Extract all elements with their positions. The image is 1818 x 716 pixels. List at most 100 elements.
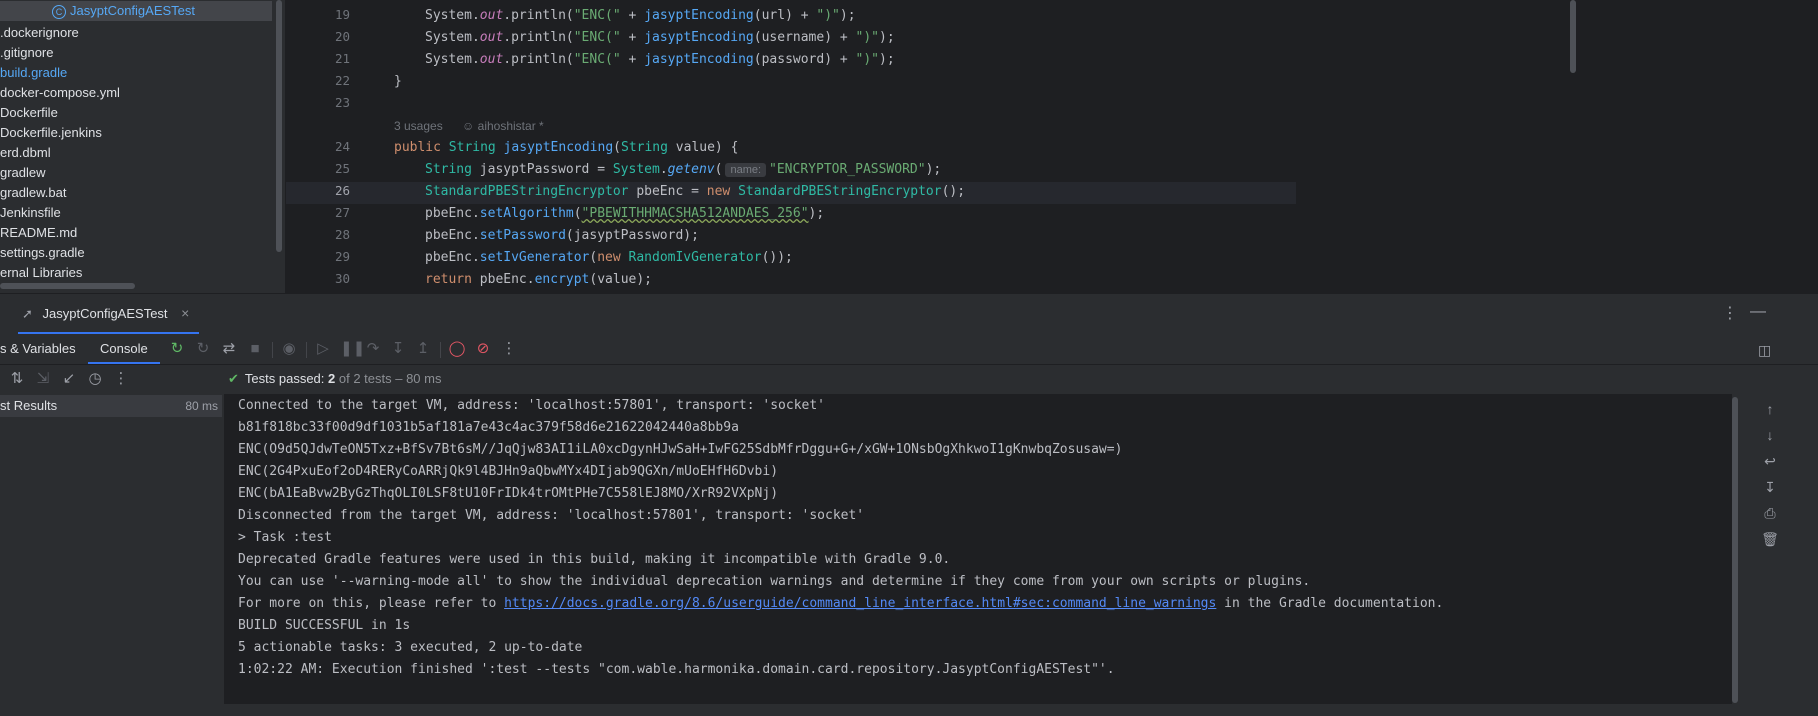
test-run-icon: ➚ xyxy=(22,306,33,321)
editor-vertical-scrollbar[interactable] xyxy=(1570,0,1576,73)
success-check-icon: ✔ xyxy=(228,371,239,386)
console-line: Disconnected from the target VM, address… xyxy=(238,508,865,523)
resume-icon[interactable]: ▷ xyxy=(314,340,332,358)
project-tree: C JasyptConfigAESTest .dockerignore .giti… xyxy=(0,0,285,293)
console-line: Connected to the target VM, address: 'lo… xyxy=(238,398,825,413)
print-icon[interactable]: ⎙ xyxy=(1760,505,1780,522)
line-number: 23 xyxy=(334,95,350,110)
tab-console[interactable]: Console xyxy=(88,334,160,364)
clear-breakpoints-icon[interactable]: ⊘ xyxy=(474,340,492,358)
author-name[interactable]: aihoshistar * xyxy=(478,119,544,133)
code-line-27[interactable]: pbeEnc.setAlgorithm("PBEWITHHMACSHA512AN… xyxy=(425,203,824,225)
tree-item-external-libraries[interactable]: ernal Libraries xyxy=(0,263,82,283)
tree-item-dockerfile[interactable]: Dockerfile xyxy=(0,103,58,123)
line-number: 29 xyxy=(334,249,350,264)
more-test-options-icon[interactable]: ⋮ xyxy=(112,370,130,388)
soft-wrap-icon[interactable]: ↩ xyxy=(1760,453,1780,470)
tree-item-erd-dbml[interactable]: erd.dbml xyxy=(0,143,51,163)
code-line-30[interactable]: return pbeEnc.encrypt(value); xyxy=(425,269,652,291)
collapse-icon[interactable]: ⇲ xyxy=(34,370,52,388)
more-debug-options-icon[interactable]: ⋮ xyxy=(500,340,518,358)
console-vertical-scrollbar[interactable] xyxy=(1732,397,1738,703)
step-out-icon[interactable]: ↥ xyxy=(414,340,432,358)
tab-threads-variables[interactable]: s & Variables xyxy=(0,334,76,364)
tree-item-test-class[interactable]: C JasyptConfigAESTest xyxy=(0,1,272,21)
close-icon[interactable]: × xyxy=(181,305,189,321)
tree-item-gitignore[interactable]: .gitignore xyxy=(0,43,53,63)
console-line: BUILD SUCCESSFUL in 1s xyxy=(238,618,411,633)
console-line: Deprecated Gradle features were used in … xyxy=(238,552,951,567)
code-line-25[interactable]: String jasyptPassword = System.getenv(na… xyxy=(425,159,941,181)
tests-status: ✔ Tests passed: 2 of 2 tests – 80 ms xyxy=(228,371,442,386)
layout-icon[interactable]: ◫ xyxy=(1758,342,1771,359)
scroll-to-end-icon[interactable]: ↧ xyxy=(1760,479,1780,496)
tree-item-build-gradle[interactable]: build.gradle xyxy=(0,63,67,83)
trash-icon[interactable]: 🗑 xyxy=(1760,531,1780,548)
parameter-hint: name: xyxy=(725,163,767,177)
tree-item-docker-compose[interactable]: docker-compose.yml xyxy=(0,83,120,103)
tree-item-jenkinsfile[interactable]: Jenkinsfile xyxy=(0,203,61,223)
console-line: > Task :test xyxy=(238,530,332,545)
test-results-root[interactable]: st Results 80 ms xyxy=(0,395,222,417)
rerun-icon[interactable]: ↻ xyxy=(168,340,186,358)
tree-item-gradlew-bat[interactable]: gradlew.bat xyxy=(0,183,67,203)
pause-icon[interactable]: ❚❚ xyxy=(340,340,365,358)
console-line-with-link: For more on this, please refer to https:… xyxy=(238,596,1444,611)
console-line: 1:02:22 AM: Execution finished ':test --… xyxy=(238,662,1115,677)
usages-count[interactable]: 3 usages xyxy=(394,119,443,133)
console-line: b81f818bc33f00d9df1031b5af181a7e43c4ac37… xyxy=(238,420,739,435)
code-editor[interactable]: 19 20 21 22 23 24 25 26 27 28 29 30 Syst… xyxy=(286,0,1818,293)
tree-item-settings-gradle[interactable]: settings.gradle xyxy=(0,243,85,263)
code-line-26[interactable]: StandardPBEStringEncryptor pbeEnc = new … xyxy=(425,181,965,203)
expand-icon[interactable]: ↙ xyxy=(60,370,78,388)
run-header: ➚ JasyptConfigAESTest × ⋮ — xyxy=(0,294,1818,334)
code-line-19[interactable]: System.out.println("ENC(" + jasyptEncodi… xyxy=(425,5,856,27)
step-over-icon[interactable]: ↷ xyxy=(364,340,382,358)
console-line: You can use '--warning-mode all' to show… xyxy=(238,574,1311,589)
line-number: 20 xyxy=(334,29,350,44)
line-number: 22 xyxy=(334,73,350,88)
editor-empty-area xyxy=(1580,0,1818,293)
more-options-icon[interactable]: ⋮ xyxy=(1722,303,1738,323)
test-results-tree: st Results 80 ms xyxy=(0,394,222,716)
mute-breakpoints-icon[interactable]: ◯ xyxy=(448,340,466,358)
code-line-21[interactable]: System.out.println("ENC(" + jasyptEncodi… xyxy=(425,49,895,71)
view-breakpoints-icon[interactable]: ◉ xyxy=(280,340,298,358)
step-into-icon[interactable]: ↧ xyxy=(389,340,407,358)
line-number: 24 xyxy=(334,139,350,154)
sort-icon[interactable]: ⇅ xyxy=(8,370,26,388)
tree-item-gradlew[interactable]: gradlew xyxy=(0,163,46,183)
tree-item-readme[interactable]: README.md xyxy=(0,223,77,243)
console-line: ENC(bA1EaBvw2ByGzThqOLI0LSF8tU10FrIDk4tr… xyxy=(238,486,779,501)
history-icon[interactable]: ◷ xyxy=(86,370,104,388)
tree-vertical-scrollbar[interactable] xyxy=(276,0,282,252)
code-line-20[interactable]: System.out.println("ENC(" + jasyptEncodi… xyxy=(425,27,895,49)
run-tool-window: ➚ JasyptConfigAESTest × ⋮ — s & Variable… xyxy=(0,293,1818,716)
line-number: 30 xyxy=(334,271,350,286)
line-number: 28 xyxy=(334,227,350,242)
run-tab[interactable]: ➚ JasyptConfigAESTest × xyxy=(18,294,200,334)
toggle-auto-test-icon[interactable]: ⇄ xyxy=(220,340,238,358)
console-line: 5 actionable tasks: 3 executed, 2 up-to-… xyxy=(238,640,583,655)
code-vision-inlay[interactable]: 3 usages ☺ aihoshistar * xyxy=(394,115,544,137)
test-results-toolbar: ⇅ ⇲ ↙ ◷ ⋮ xyxy=(0,364,222,394)
line-number: 21 xyxy=(334,51,350,66)
tree-horizontal-scrollbar[interactable] xyxy=(0,283,135,289)
tree-item-dockerfile-jenkins[interactable]: Dockerfile.jenkins xyxy=(0,123,102,143)
tree-item-dockerignore[interactable]: .dockerignore xyxy=(0,23,79,43)
code-line-24[interactable]: public String jasyptEncoding(String valu… xyxy=(394,137,738,159)
gradle-docs-link[interactable]: https://docs.gradle.org/8.6/userguide/co… xyxy=(504,596,1216,611)
scroll-up-icon[interactable]: ↑ xyxy=(1760,401,1780,417)
line-number: 19 xyxy=(334,7,350,22)
code-line-28[interactable]: pbeEnc.setPassword(jasyptPassword); xyxy=(425,225,699,247)
console-side-toolbar: ↑ ↓ ↩ ↧ ⎙ 🗑 xyxy=(1744,394,1818,716)
stop-icon[interactable]: ■ xyxy=(246,340,264,358)
console-output[interactable]: Connected to the target VM, address: 'lo… xyxy=(224,394,1732,704)
code-line-29[interactable]: pbeEnc.setIvGenerator(new RandomIvGenera… xyxy=(425,247,793,269)
minimize-icon[interactable]: — xyxy=(1750,303,1766,321)
line-number-current: 26 xyxy=(334,183,350,198)
scroll-down-icon[interactable]: ↓ xyxy=(1760,427,1780,443)
line-number: 27 xyxy=(334,205,350,220)
code-line-22[interactable]: } xyxy=(394,71,402,93)
rerun-failed-icon[interactable]: ↻ xyxy=(194,340,212,358)
